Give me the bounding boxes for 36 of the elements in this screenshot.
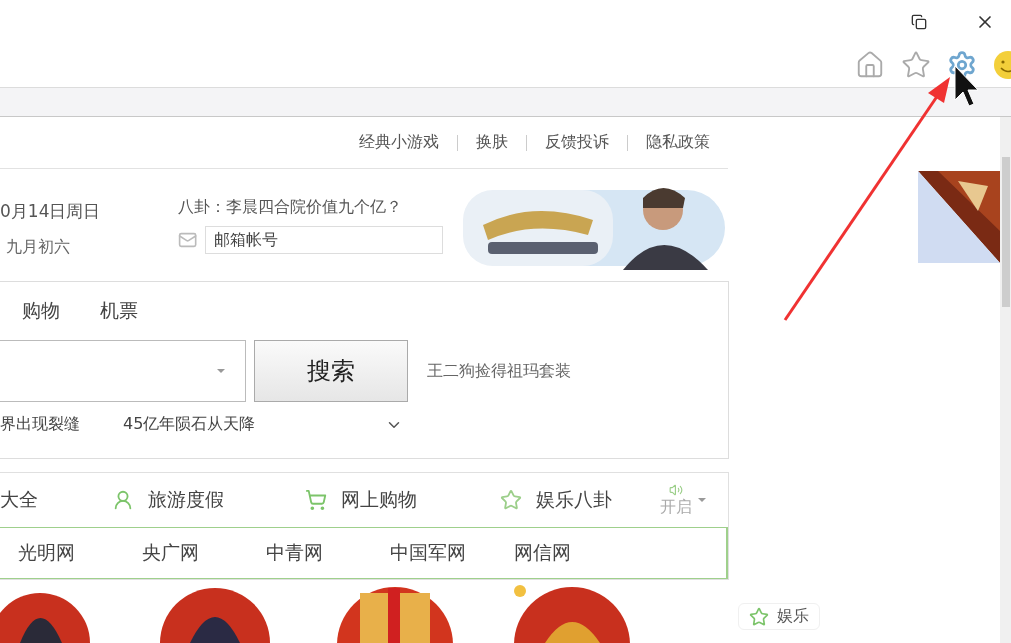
scrollbar-thumb[interactable] [1001,157,1010,307]
category-link[interactable]: 大全 [0,487,112,513]
category-link[interactable]: 网上购物 [305,487,500,513]
search-tab[interactable]: 机票 [100,298,138,324]
hot-search-link[interactable]: 王二狗捡得祖玛套装 [427,360,571,382]
date-text: 0月14日周日 [0,200,102,223]
entertainment-button[interactable]: 娱乐 [738,603,820,630]
search-button[interactable]: 搜索 [254,340,408,402]
star-icon [749,606,769,627]
category-link[interactable]: 娱乐八卦 [500,487,660,513]
site-link[interactable]: 光明网 [18,540,142,566]
sound-label: 开启 [660,496,692,517]
category-link[interactable]: 旅游度假 [112,487,305,513]
site-link[interactable]: 中青网 [266,540,390,566]
top-link[interactable]: 反馈投诉 [527,132,627,153]
trending-link[interactable]: 界出现裂缝 [0,414,123,435]
cart-icon [305,489,327,511]
speaker-icon [669,482,683,497]
star-icon [500,489,522,511]
person-icon [112,489,134,511]
top-link[interactable]: 经典小游戏 [341,132,457,153]
cursor-icon [954,65,979,107]
top-link[interactable]: 换肤 [458,132,526,153]
lunar-date: 九月初六 [5,237,71,258]
top-link[interactable]: 隐私政策 [628,132,728,153]
star-icon [901,49,931,80]
site-link[interactable]: 央广网 [142,540,266,566]
home-icon [855,49,885,80]
headline-link[interactable]: 八卦：李晨四合院价值九个亿？ [178,196,443,218]
trending-link[interactable]: 45亿年陨石从天降 [123,414,385,435]
mail-field[interactable]: 邮箱帐号 [205,225,443,254]
site-link[interactable]: 中国军网 [390,540,514,566]
site-link[interactable]: 网信网 [514,540,638,566]
search-field[interactable] [0,340,246,402]
search-tab[interactable]: 购物 [22,298,60,324]
restore-icon [911,13,927,30]
